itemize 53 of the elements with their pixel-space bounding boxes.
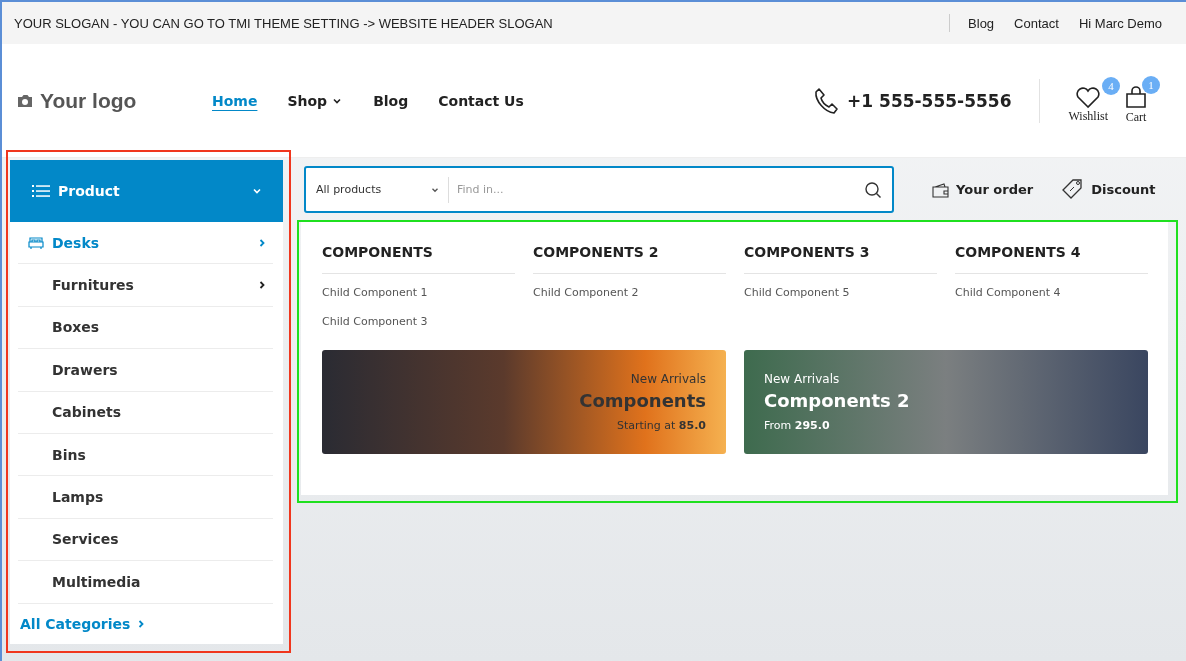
list-icon — [32, 184, 50, 198]
nav-link[interactable]: Contact Us — [438, 92, 524, 109]
banner-title: Components 2 — [764, 390, 910, 411]
wallet-icon — [932, 181, 950, 198]
banner-eyebrow: New Arrivals — [764, 372, 840, 386]
nav-link[interactable]: Home — [212, 92, 258, 109]
category-menu-toggle[interactable]: Product — [10, 160, 283, 222]
wishlist-button[interactable]: Wishlist 4 — [1064, 77, 1120, 124]
phone-number: +1 555-555-5556 — [847, 90, 1012, 111]
category-item[interactable]: Cabinets — [18, 391, 273, 434]
bag-icon — [1124, 86, 1148, 110]
search-field[interactable]: All products Find in... — [304, 166, 894, 213]
top-bar-link[interactable]: Contact — [1004, 15, 1069, 31]
all-categories-link[interactable]: All Categories — [10, 603, 283, 644]
heart-icon — [1075, 87, 1102, 109]
menu-link[interactable]: Child Component 2 — [533, 286, 726, 299]
count-badge: 4 — [1102, 77, 1120, 95]
count-badge: 1 — [1142, 76, 1160, 94]
logo-text[interactable]: Your logo — [40, 88, 137, 113]
banner-eyebrow: New Arrivals — [630, 372, 706, 386]
camera-icon — [16, 92, 34, 109]
cart-button[interactable]: Cart 1 — [1120, 76, 1160, 125]
category-item[interactable]: Drawers — [18, 349, 273, 392]
header-action-link[interactable]: Discount — [1061, 177, 1156, 202]
nav-link[interactable]: Shop — [287, 92, 344, 109]
banner-price: Starting at 85.0 — [616, 419, 706, 432]
menu-column-title: COMPONENTS — [322, 244, 515, 274]
menu-column-title: COMPONENTS 2 — [533, 244, 726, 274]
nav-link[interactable]: Blog — [373, 92, 409, 109]
top-bar-link[interactable]: Blog — [958, 15, 1005, 31]
category-item[interactable]: Services — [18, 518, 273, 562]
promo-banner[interactable]: New Arrivals Components Starting at 85.0 — [322, 350, 726, 454]
category-item[interactable]: Desks — [18, 222, 273, 265]
search-icon[interactable] — [864, 180, 882, 199]
category-item[interactable]: Multimedia — [18, 561, 273, 604]
banner-price: From 295.0 — [764, 419, 830, 432]
category-item[interactable]: Boxes — [18, 306, 273, 350]
menu-link[interactable]: Child Component 1 — [322, 286, 515, 299]
bed-icon — [28, 235, 44, 250]
header-action-link[interactable]: Your order — [932, 181, 1034, 198]
category-item[interactable]: Furnitures — [18, 264, 273, 307]
promo-banner[interactable]: New Arrivals Components 2 From 295.0 — [744, 350, 1148, 454]
banner-title: Components — [579, 390, 706, 411]
top-bar-link[interactable]: Hi Marc Demo — [1068, 15, 1172, 31]
header-slogan: YOUR SLOGAN - YOU CAN GO TO TMI THEME SETTING -> WEBSITE HEADER SLOGAN — [14, 15, 554, 31]
menu-column-title: COMPONENTS 4 — [955, 244, 1148, 274]
menu-link[interactable]: Child Component 5 — [744, 286, 937, 299]
menu-link[interactable]: Child Component 3 — [322, 315, 515, 328]
phone-icon — [813, 86, 840, 115]
category-item[interactable]: Lamps — [18, 476, 273, 519]
category-item[interactable]: Bins — [18, 433, 273, 477]
menu-column-title: COMPONENTS 3 — [744, 244, 937, 274]
menu-link[interactable]: Child Component 4 — [955, 286, 1148, 299]
